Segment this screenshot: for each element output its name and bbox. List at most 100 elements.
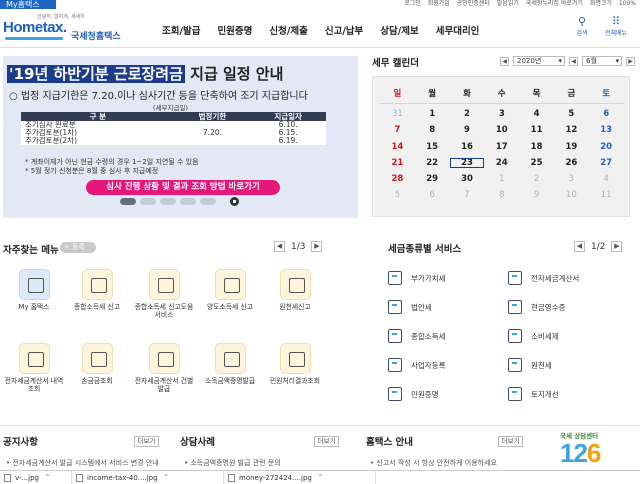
- slide-dot[interactable]: [120, 198, 136, 205]
- calendar-day[interactable]: 11: [589, 190, 624, 200]
- prev-page-button[interactable]: ◀: [574, 241, 585, 252]
- nav-consulting[interactable]: 상담/제보: [380, 23, 418, 37]
- prev-page-button[interactable]: ◀: [274, 241, 285, 252]
- read-aloud-link[interactable]: 발음읽기: [497, 0, 519, 7]
- calendar-day[interactable]: 2: [450, 109, 485, 119]
- pause-button[interactable]: [230, 197, 239, 206]
- login-link[interactable]: 로그인: [404, 0, 421, 7]
- case-item[interactable]: • 소득금액증명원 발급 관련 문의: [184, 458, 281, 468]
- calendar-day[interactable]: 9: [519, 190, 554, 200]
- service-certificates[interactable]: 민원증명: [388, 387, 439, 401]
- calendar-day[interactable]: 22: [415, 158, 450, 168]
- signup-link[interactable]: 회원가입: [428, 0, 450, 7]
- calendar-day[interactable]: 25: [519, 158, 554, 168]
- nav-certificates[interactable]: 민원증명: [217, 23, 252, 37]
- favorite-item[interactable]: 민원처리결과조회: [265, 343, 325, 385]
- nav-application[interactable]: 신청/제출: [269, 23, 307, 37]
- calendar-day[interactable]: 3: [484, 109, 519, 119]
- calendar-day[interactable]: 4: [589, 174, 624, 184]
- calendar-day[interactable]: 20: [589, 142, 624, 152]
- calendar-day[interactable]: 10: [484, 125, 519, 135]
- month-select[interactable]: 6월: [582, 56, 622, 66]
- calendar-day[interactable]: 5: [554, 109, 589, 119]
- calendar-day[interactable]: 7: [380, 125, 415, 135]
- service-business-registration[interactable]: 사업자등록: [388, 358, 446, 372]
- calendar-day[interactable]: 14: [380, 142, 415, 152]
- favorite-item-my-hometax[interactable]: My 홈택스: [4, 269, 64, 311]
- year-select[interactable]: 2020년: [513, 56, 565, 66]
- favorite-item[interactable]: 원천세신고: [265, 269, 325, 311]
- calendar-day[interactable]: 11: [519, 125, 554, 135]
- nts-site-link[interactable]: 국세청누리집 바로가기: [526, 0, 583, 7]
- calendar-day[interactable]: 30: [450, 174, 485, 184]
- hometax-more-button[interactable]: 더보기: [498, 436, 523, 447]
- calendar-day[interactable]: 16: [450, 142, 485, 152]
- calendar-day[interactable]: 1: [415, 109, 450, 119]
- notice-item[interactable]: • 전자세금계산서 발급 시스템에서 서비스 변경 안내: [6, 458, 159, 468]
- zoom-level[interactable]: 100%: [619, 0, 636, 7]
- favorite-item[interactable]: 소득금액증명발급: [200, 343, 260, 385]
- calendar-day[interactable]: 31: [380, 109, 415, 119]
- banner-cta-button[interactable]: 심사 진행 상황 및 결과 조회 방법 바로가기: [86, 180, 280, 195]
- chevron-up-icon[interactable]: ^: [45, 474, 50, 481]
- slide-dot[interactable]: [140, 198, 156, 205]
- cert-center-link[interactable]: 공인인증센터: [457, 0, 490, 7]
- download-item[interactable]: income-tax-40....jpg ^: [72, 470, 224, 484]
- slide-dot[interactable]: [160, 198, 176, 205]
- service-cash-receipt[interactable]: 현금영수증: [508, 300, 566, 314]
- calendar-day[interactable]: 28: [380, 174, 415, 184]
- service-vat[interactable]: 부가가치세: [388, 271, 446, 285]
- calendar-day[interactable]: 27: [589, 158, 624, 168]
- chevron-up-icon[interactable]: ^: [164, 474, 169, 481]
- chevron-up-icon[interactable]: ^: [318, 474, 323, 481]
- hometax-logo[interactable]: 안녕히, 알차게, 세세히 Hometax. 국세청홈택스: [3, 13, 123, 43]
- calendar-day[interactable]: 21: [380, 158, 415, 168]
- case-more-button[interactable]: 더보기: [314, 436, 339, 447]
- next-page-button[interactable]: ▶: [611, 241, 623, 252]
- notice-more-button[interactable]: 더보기: [134, 436, 159, 447]
- prev-month-button[interactable]: ◀: [569, 56, 578, 66]
- calendar-day[interactable]: 17: [484, 142, 519, 152]
- calendar-day[interactable]: 26: [554, 158, 589, 168]
- favorite-item[interactable]: 종합소득세 신고도움 서비스: [134, 269, 194, 319]
- slide-dot[interactable]: [200, 198, 216, 205]
- favorite-item[interactable]: 전자세금계산서 건별발급: [134, 343, 194, 393]
- favorite-item[interactable]: 종합소득세 신고: [67, 269, 127, 311]
- download-item[interactable]: v-...jpg ^: [0, 470, 72, 484]
- service-corporate-tax[interactable]: 법인세: [388, 300, 432, 314]
- calendar-day[interactable]: 7: [450, 190, 485, 200]
- calendar-day[interactable]: 6: [415, 190, 450, 200]
- favorite-item[interactable]: 전자세금계산서 내역조회: [4, 343, 64, 393]
- search-button[interactable]: ⚲ 검색: [567, 16, 597, 38]
- calendar-day[interactable]: 15: [415, 142, 450, 152]
- calendar-day[interactable]: 19: [554, 142, 589, 152]
- service-excise-tax[interactable]: 소비세제: [508, 329, 559, 343]
- calendar-day[interactable]: 24: [484, 158, 519, 168]
- my-hometax-tab[interactable]: My홈택스: [0, 0, 56, 9]
- service-income-tax[interactable]: 종합소득세: [388, 329, 446, 343]
- calendar-day[interactable]: 2: [519, 174, 554, 184]
- hometax-info-item[interactable]: • 신고서 작성 시 항상 안전하게 이용하세요: [370, 458, 497, 468]
- calendar-day[interactable]: 1: [484, 174, 519, 184]
- calendar-day[interactable]: 8: [415, 125, 450, 135]
- service-land[interactable]: 토지개선: [508, 387, 559, 401]
- call-center-banner[interactable]: 국세 상담센터 126: [560, 430, 632, 470]
- next-month-button[interactable]: ▶: [626, 56, 635, 66]
- all-menu-button[interactable]: ⠿ 전체메뉴: [601, 16, 631, 38]
- nav-tax-agent[interactable]: 세무대리인: [436, 23, 480, 37]
- calendar-day[interactable]: 5: [380, 190, 415, 200]
- favorite-item[interactable]: 손금금조회: [67, 343, 127, 385]
- favorite-item[interactable]: 양도소득세 신고: [200, 269, 260, 311]
- calendar-day[interactable]: 13: [589, 125, 624, 135]
- calendar-day[interactable]: 29: [415, 174, 450, 184]
- add-favorite-button[interactable]: + 등록: [60, 242, 96, 253]
- next-page-button[interactable]: ▶: [311, 241, 323, 252]
- slide-dot[interactable]: [180, 198, 196, 205]
- nav-filing[interactable]: 신고/납부: [325, 23, 363, 37]
- service-withholding-tax[interactable]: 원천세: [508, 358, 552, 372]
- download-item[interactable]: money-272424....jpg ^: [224, 470, 376, 484]
- nav-inquiry[interactable]: 조회/발급: [162, 23, 200, 37]
- prev-year-button[interactable]: ◀: [500, 56, 509, 66]
- calendar-day[interactable]: 9: [450, 125, 485, 135]
- calendar-day[interactable]: 3: [554, 174, 589, 184]
